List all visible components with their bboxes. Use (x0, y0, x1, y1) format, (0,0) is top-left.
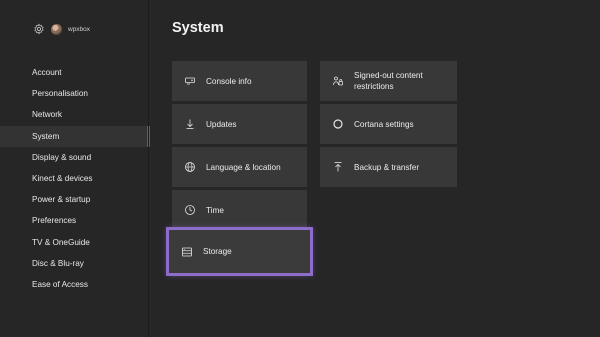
gamertag: wpxbox (68, 25, 91, 33)
download-icon (186, 119, 194, 129)
storage-icon (182, 247, 192, 256)
nav-item-account[interactable]: Account (0, 62, 149, 83)
tile-storage[interactable]: Storage (166, 227, 313, 276)
nav-item-preferences[interactable]: Preferences (0, 210, 149, 231)
tile-label: Storage (203, 247, 232, 256)
nav-item-network[interactable]: Network (0, 104, 149, 125)
tile-label: Updates (206, 119, 237, 129)
tile-signed-out-restrictions[interactable]: Signed-out content restrictions (320, 61, 457, 101)
tile-time[interactable]: Time (172, 190, 307, 230)
tile-label: Cortana settings (354, 119, 414, 129)
tile-label: Backup & transfer (354, 162, 420, 172)
sidebar: wpxbox Account Personalisation Network S… (0, 0, 150, 337)
tile-backup-transfer[interactable]: Backup & transfer (320, 147, 457, 187)
settings-icon (34, 23, 44, 35)
tile-console-info[interactable]: Console info (172, 61, 307, 101)
clock-icon (185, 205, 195, 215)
nav-item-personalisation[interactable]: Personalisation (0, 83, 149, 104)
tile-label: Language & location (206, 162, 281, 172)
tile-cortana-settings[interactable]: Cortana settings (320, 104, 457, 144)
restrictions-icon (333, 76, 343, 86)
profile[interactable]: wpxbox (33, 22, 90, 36)
upload-icon (334, 162, 342, 172)
sidebar-divider (148, 0, 149, 337)
nav-item-tv-oneguide[interactable]: TV & OneGuide (0, 232, 149, 253)
avatar[interactable] (51, 23, 62, 35)
nav-item-ease-of-access[interactable]: Ease of Access (0, 274, 149, 295)
nav-item-power-startup[interactable]: Power & startup (0, 189, 149, 210)
tile-label: Console info (206, 76, 252, 86)
nav-item-display-sound[interactable]: Display & sound (0, 147, 149, 168)
tile-label: Time (206, 205, 224, 215)
tile-label: Signed-out content restrictions (354, 71, 423, 91)
cortana-icon (333, 119, 343, 129)
nav-item-disc-bluray[interactable]: Disc & Blu-ray (0, 253, 149, 274)
tile-language-location[interactable]: Language & location (172, 147, 307, 187)
globe-icon (185, 162, 195, 172)
page-title: System (172, 20, 224, 36)
nav-item-kinect-devices[interactable]: Kinect & devices (0, 168, 149, 189)
console-icon (185, 77, 195, 85)
tile-updates[interactable]: Updates (172, 104, 307, 144)
settings-nav: Account Personalisation Network System D… (0, 62, 150, 295)
nav-item-system[interactable]: System (0, 125, 150, 147)
